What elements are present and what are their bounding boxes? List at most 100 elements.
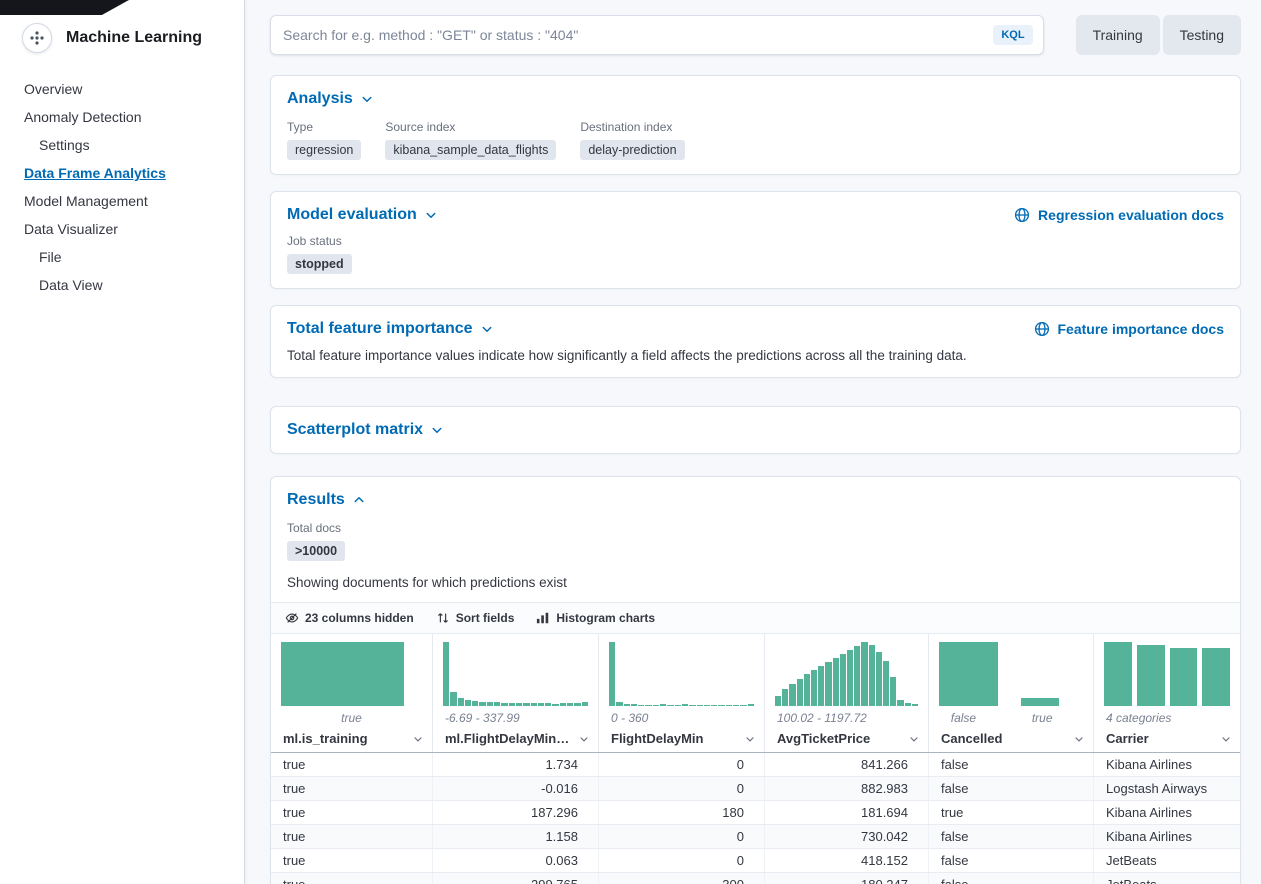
column-name[interactable]: ml.is_training <box>283 731 368 746</box>
field-value-badge: regression <box>287 140 361 160</box>
regression-evaluation-docs-link[interactable]: Regression evaluation docs <box>1014 207 1224 223</box>
table-cell: 882.983 <box>765 777 929 800</box>
histogram-bar <box>840 654 846 706</box>
column-menu-icon[interactable] <box>744 733 756 745</box>
sort-fields-button[interactable]: Sort fields <box>430 603 521 633</box>
search-bar[interactable]: KQL <box>270 15 1044 55</box>
model-evaluation-toggle[interactable]: Model evaluation <box>287 206 437 224</box>
histogram-bar <box>653 705 659 706</box>
histogram-charts-button[interactable]: Histogram charts <box>530 603 661 633</box>
histogram-bar <box>531 703 537 706</box>
histogram-icon <box>536 611 550 625</box>
table-cell: 181.694 <box>765 801 929 824</box>
histogram-bar <box>465 700 471 706</box>
feature-importance-toggle[interactable]: Total feature importance <box>287 320 493 338</box>
column-menu-icon[interactable] <box>1073 733 1085 745</box>
histogram-bar <box>545 703 551 706</box>
histogram-bar <box>825 662 831 706</box>
sidebar-item-file[interactable]: File <box>24 243 244 271</box>
column-menu-icon[interactable] <box>1220 733 1232 745</box>
table-cell: false <box>929 777 1094 800</box>
top-bar: KQL Training Testing <box>270 15 1241 55</box>
chevron-down-icon <box>431 424 443 436</box>
histogram-bar <box>847 650 853 706</box>
column-name[interactable]: ml.FlightDelayMin_pred <box>445 731 574 746</box>
field-label: Source index <box>385 120 556 134</box>
table-row: true1.7340841.266falseKibana Airlines <box>271 753 1240 777</box>
column-menu-icon[interactable] <box>578 733 590 745</box>
histogram <box>271 642 432 706</box>
histogram-bar <box>775 696 781 706</box>
table-cell: 299.765 <box>433 873 599 884</box>
analysis-field-type: Type regression <box>287 120 361 160</box>
histogram-bar <box>804 674 810 706</box>
results-subtitle: Showing documents for which predictions … <box>287 575 1224 590</box>
table-cell: 0 <box>599 825 765 848</box>
table-cell: true <box>271 753 433 776</box>
total-docs-badge: >10000 <box>287 541 345 561</box>
column-header-Cancelled: falsetrueCancelled <box>929 634 1094 752</box>
analysis-toggle[interactable]: Analysis <box>287 90 373 108</box>
scatterplot-panel: Scatterplot matrix <box>270 406 1241 454</box>
column-name[interactable]: AvgTicketPrice <box>777 731 870 746</box>
chevron-down-icon <box>425 209 437 221</box>
histogram-bar <box>905 703 911 706</box>
analysis-title: Analysis <box>287 90 353 108</box>
table-row: true0.0630418.152falseJetBeats <box>271 849 1240 873</box>
histogram-bar <box>711 705 717 706</box>
job-status-badge: stopped <box>287 254 352 274</box>
testing-button[interactable]: Testing <box>1163 15 1241 55</box>
scatterplot-toggle[interactable]: Scatterplot matrix <box>287 421 443 439</box>
training-button[interactable]: Training <box>1076 15 1160 55</box>
histogram-bar <box>479 702 485 706</box>
table-cell: 0 <box>599 777 765 800</box>
table-cell: true <box>271 873 433 884</box>
column-name[interactable]: Carrier <box>1106 731 1149 746</box>
histogram-bar <box>472 701 478 706</box>
sidebar-item-anomaly-detection[interactable]: Anomaly Detection <box>24 103 244 131</box>
kql-badge[interactable]: KQL <box>993 25 1032 45</box>
search-input[interactable] <box>271 27 993 43</box>
histogram-bar <box>450 692 456 706</box>
feature-importance-docs-link[interactable]: Feature importance docs <box>1034 321 1225 337</box>
column-name[interactable]: Cancelled <box>941 731 1002 746</box>
table-row: true299.765300180.247falseJetBeats <box>271 873 1240 884</box>
table-cell: false <box>929 753 1094 776</box>
results-toggle[interactable]: Results <box>287 491 365 509</box>
column-header-Carrier: 4 categoriesCarrier <box>1094 634 1240 752</box>
column-name[interactable]: FlightDelayMin <box>611 731 703 746</box>
analysis-field-destination-index: Destination index delay-prediction <box>580 120 684 160</box>
histogram-bar <box>1137 645 1165 706</box>
table-cell: Logstash Airways <box>1094 777 1240 800</box>
table-cell: true <box>271 801 433 824</box>
eye-closed-icon <box>285 611 299 625</box>
histogram-range-label: 0 - 360 <box>599 711 764 727</box>
table-cell: 0 <box>599 849 765 872</box>
columns-hidden-button[interactable]: 23 columns hidden <box>279 603 420 633</box>
histogram-bar <box>645 705 651 706</box>
histogram-range-label: -6.69 - 337.99 <box>433 711 598 727</box>
table-cell: JetBeats <box>1094 873 1240 884</box>
table-cell: true <box>271 825 433 848</box>
scatterplot-title: Scatterplot matrix <box>287 421 423 439</box>
sidebar-item-settings[interactable]: Settings <box>24 131 244 159</box>
sidebar-item-model-management[interactable]: Model Management <box>24 187 244 215</box>
histogram-bar <box>890 677 896 706</box>
sidebar-item-data-view[interactable]: Data View <box>24 271 244 299</box>
column-menu-icon[interactable] <box>908 733 920 745</box>
table-cell: false <box>929 873 1094 884</box>
histogram-bar <box>682 704 688 706</box>
sidebar-item-data-frame-analytics[interactable]: Data Frame Analytics <box>24 159 244 187</box>
histogram-bar <box>509 703 515 706</box>
ml-logo <box>22 23 52 53</box>
table-cell: 180 <box>599 801 765 824</box>
histogram-bar <box>487 702 493 706</box>
histogram-bar <box>869 645 875 706</box>
histogram-bar <box>560 703 566 706</box>
analysis-fields: Type regression Source index kibana_samp… <box>287 120 1224 160</box>
ml-logo-icon <box>29 30 45 46</box>
sidebar-item-overview[interactable]: Overview <box>24 75 244 103</box>
column-menu-icon[interactable] <box>412 733 424 745</box>
histogram-bar <box>818 666 824 706</box>
sidebar-item-data-visualizer[interactable]: Data Visualizer <box>24 215 244 243</box>
